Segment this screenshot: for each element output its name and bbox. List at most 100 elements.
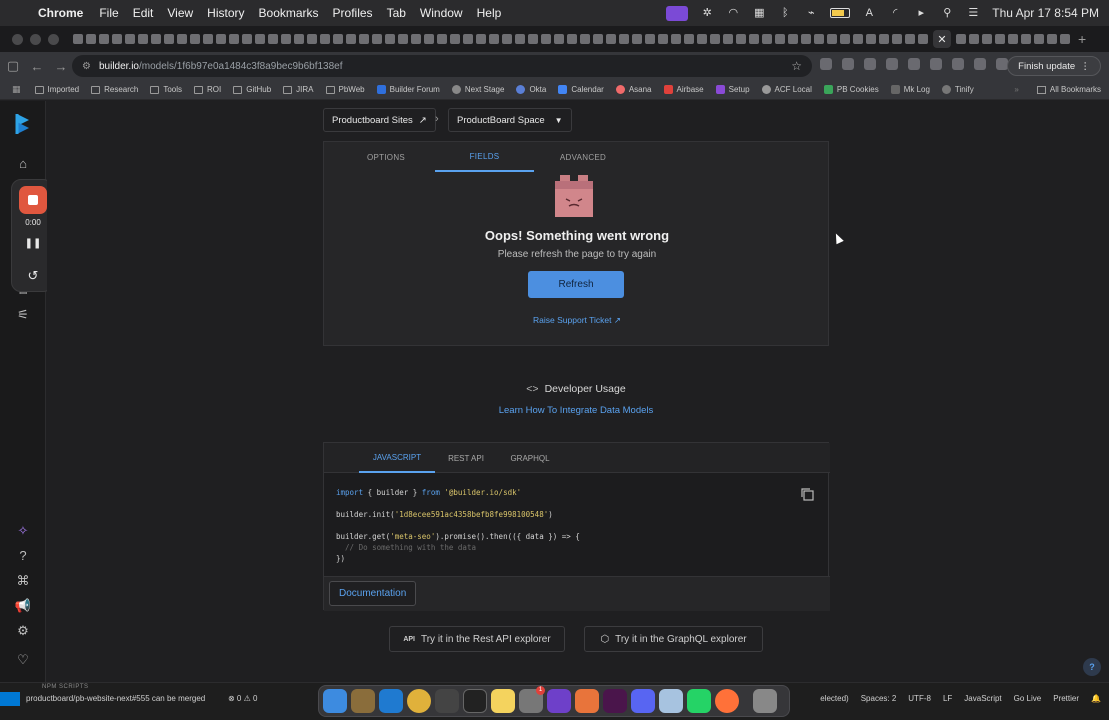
finish-update-button[interactable]: Finish update ⋮ <box>1007 56 1101 76</box>
browser-tab[interactable] <box>606 34 616 44</box>
selection-status[interactable]: elected) <box>820 694 848 703</box>
browser-tab[interactable] <box>86 34 96 44</box>
bookmark-pbweb[interactable]: PbWeb <box>325 85 365 94</box>
bookmark-asana[interactable]: Asana <box>615 85 652 94</box>
branch-status[interactable]: productboard/pb-website-next#555 can be … <box>26 694 205 703</box>
rest-explorer-button[interactable]: API Try it in the Rest API explorer <box>389 626 565 652</box>
new-tab-icon[interactable]: + <box>1078 31 1086 47</box>
browser-tab[interactable] <box>411 34 421 44</box>
all-bookmarks[interactable]: » All Bookmarks <box>1014 85 1101 94</box>
github-desktop-icon[interactable] <box>547 689 571 713</box>
home-icon[interactable]: ⌂ <box>14 155 32 173</box>
whatsapp-icon[interactable] <box>687 689 711 713</box>
browser-tab[interactable] <box>255 34 265 44</box>
play-icon[interactable]: ▸ <box>914 7 928 19</box>
browser-tab[interactable] <box>749 34 759 44</box>
sparkle-icon[interactable]: ✧ <box>14 522 32 540</box>
remote-indicator[interactable] <box>0 692 20 706</box>
indent-status[interactable]: Spaces: 2 <box>861 694 897 703</box>
menu-profiles[interactable]: Profiles <box>333 6 373 20</box>
browser-tab[interactable] <box>307 34 317 44</box>
tab-options[interactable]: OPTIONS <box>339 142 433 172</box>
tab-javascript[interactable]: JAVASCRIPT <box>359 443 435 473</box>
extension-icon[interactable] <box>820 58 832 70</box>
copy-icon[interactable] <box>800 487 814 501</box>
bookmark-pb-cookies[interactable]: PB Cookies <box>823 85 879 94</box>
bookmark-airbase[interactable]: Airbase <box>663 85 704 94</box>
browser-tab[interactable] <box>190 34 200 44</box>
browser-tab[interactable] <box>1008 34 1018 44</box>
browser-tab[interactable] <box>736 34 746 44</box>
gear-icon[interactable]: ✲ <box>700 7 714 19</box>
browser-tab[interactable] <box>762 34 772 44</box>
preview-icon[interactable] <box>659 689 683 713</box>
browser-tab[interactable] <box>502 34 512 44</box>
browser-tab[interactable] <box>437 34 447 44</box>
menubar-datetime[interactable]: Thu Apr 17 8:54 PM <box>992 6 1099 20</box>
browser-tab[interactable] <box>1047 34 1057 44</box>
url-bar[interactable]: ⚙ builder.io/models/1f6b97e0a1484c3f8a9b… <box>72 55 812 77</box>
browser-tab[interactable] <box>528 34 538 44</box>
learn-integrate-link[interactable]: Learn How To Integrate Data Models <box>323 405 829 416</box>
space-select[interactable]: ProductBoard Space ▼ <box>448 108 572 132</box>
browser-tab[interactable] <box>840 34 850 44</box>
vscode-icon[interactable] <box>379 689 403 713</box>
menu-view[interactable]: View <box>167 6 193 20</box>
bookmark-builder-forum[interactable]: Builder Forum <box>376 85 440 94</box>
settings-app-icon[interactable]: 1 <box>519 686 545 713</box>
browser-tab[interactable] <box>242 34 252 44</box>
browser-tab[interactable] <box>723 34 733 44</box>
graphql-explorer-button[interactable]: ⬡ Try it in the GraphQL explorer <box>584 626 763 652</box>
builder-logo-icon[interactable] <box>13 113 33 135</box>
tab-rest-api[interactable]: REST API <box>440 443 492 473</box>
command-icon[interactable]: ⌘ <box>14 572 32 590</box>
browser-tab[interactable] <box>294 34 304 44</box>
extension-icon[interactable] <box>908 58 920 70</box>
browser-tab[interactable] <box>645 34 655 44</box>
tab-advanced[interactable]: ADVANCED <box>534 142 632 172</box>
browser-tab[interactable] <box>463 34 473 44</box>
browser-tab[interactable] <box>398 34 408 44</box>
browser-tab[interactable] <box>593 34 603 44</box>
browser-tab[interactable] <box>268 34 278 44</box>
bookmark-calendar[interactable]: Calendar <box>558 85 604 94</box>
minimize-window-button[interactable] <box>30 33 41 45</box>
menu-history[interactable]: History <box>207 6 244 20</box>
breadcrumb-site[interactable]: Productboard Sites ↗ <box>323 108 436 132</box>
browser-tab[interactable] <box>788 34 798 44</box>
bluetooth-icon[interactable]: ᛒ <box>778 7 792 19</box>
sidebar-toggle-icon[interactable]: ▢ <box>2 58 24 74</box>
bookmark-tinify[interactable]: Tinify <box>941 85 974 94</box>
active-tab-close-icon[interactable]: ✕ <box>933 30 951 48</box>
prettier-status[interactable]: Prettier <box>1053 694 1079 703</box>
settings-icon[interactable]: ⚙ <box>14 622 32 640</box>
browser-tab[interactable] <box>619 34 629 44</box>
apps-grid-icon[interactable]: ▦ <box>12 84 21 95</box>
browser-tab[interactable] <box>554 34 564 44</box>
notes-icon[interactable] <box>491 689 515 713</box>
browser-tab[interactable] <box>281 34 291 44</box>
browser-tab[interactable] <box>203 34 213 44</box>
stop-recording-button[interactable] <box>19 186 47 214</box>
arc-icon[interactable]: ◠ <box>726 7 740 19</box>
code-snippet[interactable]: import { builder } from '@builder.io/sdk… <box>336 487 580 564</box>
browser-tab[interactable] <box>879 34 889 44</box>
browser-tab[interactable] <box>671 34 681 44</box>
menu-app-name[interactable]: Chrome <box>38 6 83 20</box>
bookmark-setup[interactable]: Setup <box>715 85 750 94</box>
finder-icon[interactable] <box>323 689 347 713</box>
browser-tab[interactable] <box>995 34 1005 44</box>
tab-fields[interactable]: FIELDS <box>435 142 534 172</box>
browser-tab[interactable] <box>814 34 824 44</box>
wifi-icon[interactable]: ◜ <box>888 7 902 19</box>
browser-tab[interactable] <box>112 34 122 44</box>
browser-tab[interactable] <box>905 34 915 44</box>
bookmark-roi[interactable]: ROI <box>194 85 221 94</box>
browser-tab[interactable] <box>372 34 382 44</box>
extension-icon[interactable] <box>864 58 876 70</box>
extension-icon[interactable] <box>952 58 964 70</box>
browser-tab[interactable] <box>99 34 109 44</box>
notifications-icon[interactable]: 🔔 <box>1091 694 1101 703</box>
browser-tab[interactable] <box>177 34 187 44</box>
app-icon[interactable] <box>435 689 459 713</box>
